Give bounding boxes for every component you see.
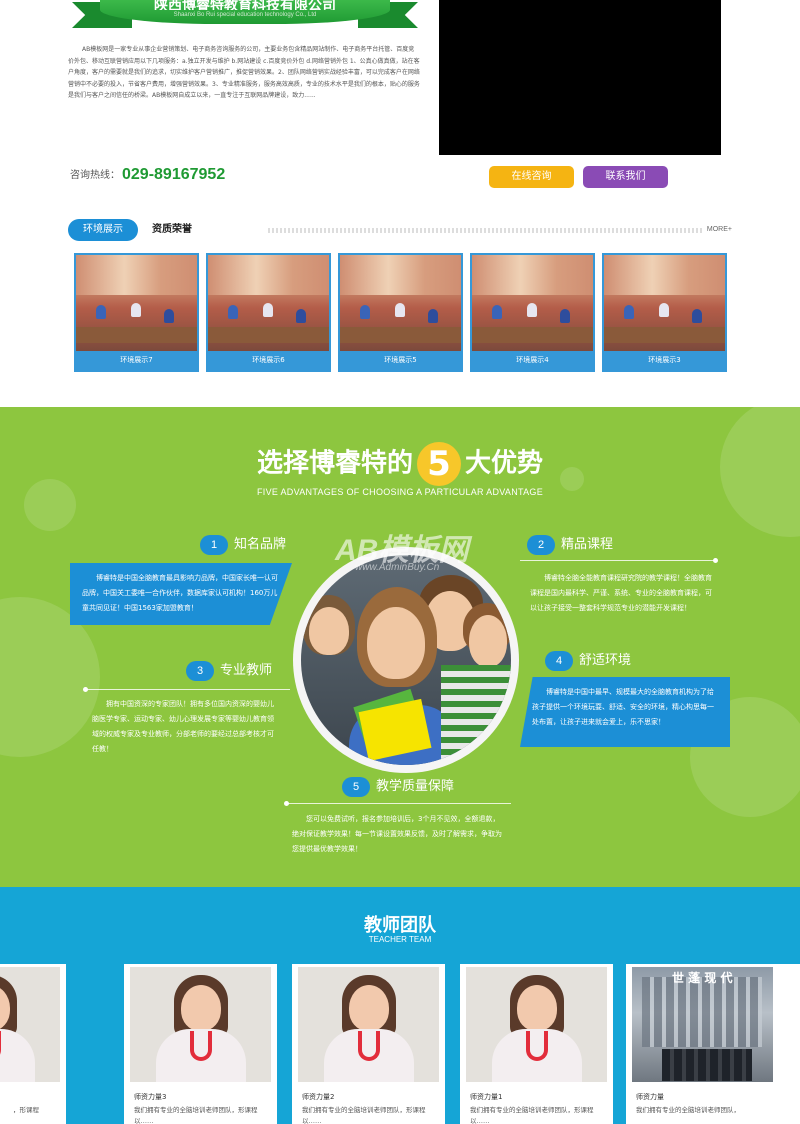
feature-3-text: 拥有中国资深的专家团队！拥有多位国内资深的婴幼儿脑医学专家、运动专家、幼儿心理发… <box>92 700 274 753</box>
advantages-title: 选择博睿特的 5 大优势 <box>256 441 544 486</box>
teacher-name: 师资力量2 <box>302 1093 335 1101</box>
students-photo <box>293 547 519 773</box>
watermark-url: www.AdminBuy.Cn <box>355 562 440 573</box>
feature-3-heading: 3 专业教师 <box>186 661 272 681</box>
feature-4-heading: 4 舒适环境 <box>545 651 631 671</box>
contact-us-button[interactable]: 联系我们 <box>583 166 668 188</box>
env-photo-card[interactable]: 环境展示4 <box>470 253 595 372</box>
feature-1-box: 博睿特是中国全脑教育最具影响力品牌，中国家长唯一认可品牌，中国关工委唯一合作伙伴… <box>70 563 292 625</box>
feature-4-box: 博睿特是中国中最早、规模最大的全脑教育机构为了给孩子提供一个环境玩耍、舒适、安全… <box>520 677 730 747</box>
teacher-desc: 我们拥有专业的全脑培训老师团队，形课程以…… <box>470 1106 594 1124</box>
teacher-name: 师资力量 <box>636 1093 664 1101</box>
teacher-photo <box>466 967 607 1082</box>
more-link[interactable]: MORE+ <box>707 219 732 241</box>
feature-title: 舒适环境 <box>579 653 632 668</box>
env-photo-card[interactable]: 环境展示7 <box>74 253 199 372</box>
teacher-photo <box>130 967 271 1082</box>
team-title: 教师团队 <box>364 915 436 936</box>
classroom-photo <box>208 255 329 351</box>
five-badge: 5 <box>417 441 461 486</box>
feature-5-heading: 5 教学质量保障 <box>342 777 454 797</box>
tab-environment[interactable]: 环境展示 <box>68 219 138 241</box>
teacher-desc: ，形课程 <box>13 1106 39 1114</box>
feature-text: 博睿特是中国中最早、规模最大的全脑教育机构为了给孩子提供一个环境玩耍、舒适、安全… <box>532 688 714 726</box>
feature-2-text: 博睿特全脑全能教育课程研究院的教学课程！全脑教育课程是国内最科学、严谨、系统、专… <box>530 574 712 612</box>
online-consult-button[interactable]: 在线咨询 <box>489 166 574 188</box>
classroom-photo <box>472 255 593 351</box>
feature-5-text: 您可以免费试听，报名参加培训后，3个月不见效，全额退款，绝对保证教学效果！每一节… <box>292 815 502 853</box>
env-photo-card[interactable]: 环境展示3 <box>602 253 727 372</box>
advantages-subtitle: FIVE ADVANTAGES OF CHOOSING A PARTICULAR… <box>256 487 544 497</box>
feature-number: 2 <box>527 535 555 555</box>
env-photo-caption: 环境展示3 <box>648 356 681 364</box>
line-end-dot <box>83 687 88 692</box>
teacher-desc: 我们拥有专业的全脑培训老师团队，形课程以…… <box>134 1106 258 1124</box>
feature-text: 博睿特是中国全脑教育最具影响力品牌，中国家长唯一认可品牌，中国关工委唯一合作伙伴… <box>82 574 278 612</box>
feature-2-heading: 2 精品课程 <box>527 535 613 555</box>
feature-5-line <box>287 803 511 804</box>
teacher-name: 师资力量3 <box>134 1093 167 1101</box>
hotline-number[interactable]: 029-89167952 <box>122 166 225 183</box>
feature-1-heading: 1 知名品牌 <box>200 535 286 555</box>
teacher-card[interactable]: ，形课程 <box>0 964 66 1124</box>
company-name-en: Shaanxi Bo Rui special education technol… <box>173 12 317 18</box>
feature-number: 1 <box>200 535 228 555</box>
feature-title: 精品课程 <box>561 537 614 552</box>
teacher-card[interactable]: 师资力量1 我们拥有专业的全脑培训老师团队，形课程以…… <box>460 964 613 1124</box>
video-player[interactable] <box>439 0 721 155</box>
teacher-card[interactable]: 师资力量3 我们拥有专业的全脑培训老师团队，形课程以…… <box>124 964 277 1124</box>
classroom-photo <box>76 255 197 351</box>
feature-number: 5 <box>342 777 370 797</box>
ribbon-band: 陕西博睿特教育科技有限公司 Shaanxi Bo Rui special edu… <box>100 0 390 24</box>
env-photo-caption: 环境展示5 <box>384 356 417 364</box>
teacher-card[interactable]: 师资力量2 我们拥有专业的全脑培训老师团队，形课程以…… <box>292 964 445 1124</box>
about-text: AB模板网是一家专业从事企业营销策划、电子商务咨询服务的公司，主要业务包含精品网… <box>68 46 420 99</box>
feature-title: 知名品牌 <box>234 537 287 552</box>
team-subtitle: TEACHER TEAM <box>368 935 432 944</box>
advantages-section: 选择博睿特的 5 大优势 FIVE ADVANTAGES OF CHOOSING A… <box>0 407 800 887</box>
feature-number: 3 <box>186 661 214 681</box>
classroom-photo <box>604 255 725 351</box>
tab-honors[interactable]: 资质荣誉 <box>152 219 192 241</box>
teacher-desc: 我们拥有专业的全脑培训老师团队， <box>636 1106 740 1114</box>
line-end-dot <box>284 801 289 806</box>
feature-3-line <box>86 689 290 690</box>
line-end-dot <box>713 558 718 563</box>
company-name: 陕西博睿特教育科技有限公司 <box>154 0 336 10</box>
env-photo-caption: 环境展示6 <box>252 356 285 364</box>
teacher-name: 师资力量1 <box>470 1093 503 1101</box>
teacher-team-section: 教师团队 TEACHER TEAM ，形课程 师资力量3 我们拥有专业的全脑培训… <box>0 887 800 1124</box>
teacher-photo <box>0 967 60 1082</box>
feature-title: 教学质量保障 <box>376 779 455 794</box>
classroom-photo <box>340 255 461 351</box>
env-photo-caption: 环境展示4 <box>516 356 549 364</box>
feature-2-line <box>520 560 716 561</box>
teacher-photo <box>298 967 439 1082</box>
feature-title: 专业教师 <box>220 663 273 678</box>
feature-number: 4 <box>545 651 573 671</box>
environment-section: 环境展示 资质荣誉 MORE+ 环境展示7 环境展示6 环境展示5 环境展示4 … <box>0 205 800 407</box>
hotline-label: 咨询热线： <box>70 170 120 181</box>
teacher-desc: 我们拥有专业的全脑培训老师团队，形课程以…… <box>302 1106 426 1124</box>
env-photo-card[interactable]: 环境展示5 <box>338 253 463 372</box>
teacher-card[interactable]: 世 蓬 现 代 师资力量 我们拥有专业的全脑培训老师团队， <box>626 964 800 1124</box>
building-sign: 世 蓬 现 代 <box>672 971 733 985</box>
company-ribbon: 陕西博睿特教育科技有限公司 Shaanxi Bo Rui special edu… <box>72 0 418 32</box>
hotline: 咨询热线： 029-89167952 <box>70 166 225 184</box>
env-photo-card[interactable]: 环境展示6 <box>206 253 331 372</box>
about-section: 陕西博睿特教育科技有限公司 Shaanxi Bo Rui special edu… <box>0 0 800 205</box>
env-photo-caption: 环境展示7 <box>120 356 153 364</box>
tab-divider-line <box>268 228 702 233</box>
building-photo: 世 蓬 现 代 <box>632 967 773 1082</box>
env-tabs: 环境展示 资质荣誉 MORE+ <box>68 219 732 241</box>
